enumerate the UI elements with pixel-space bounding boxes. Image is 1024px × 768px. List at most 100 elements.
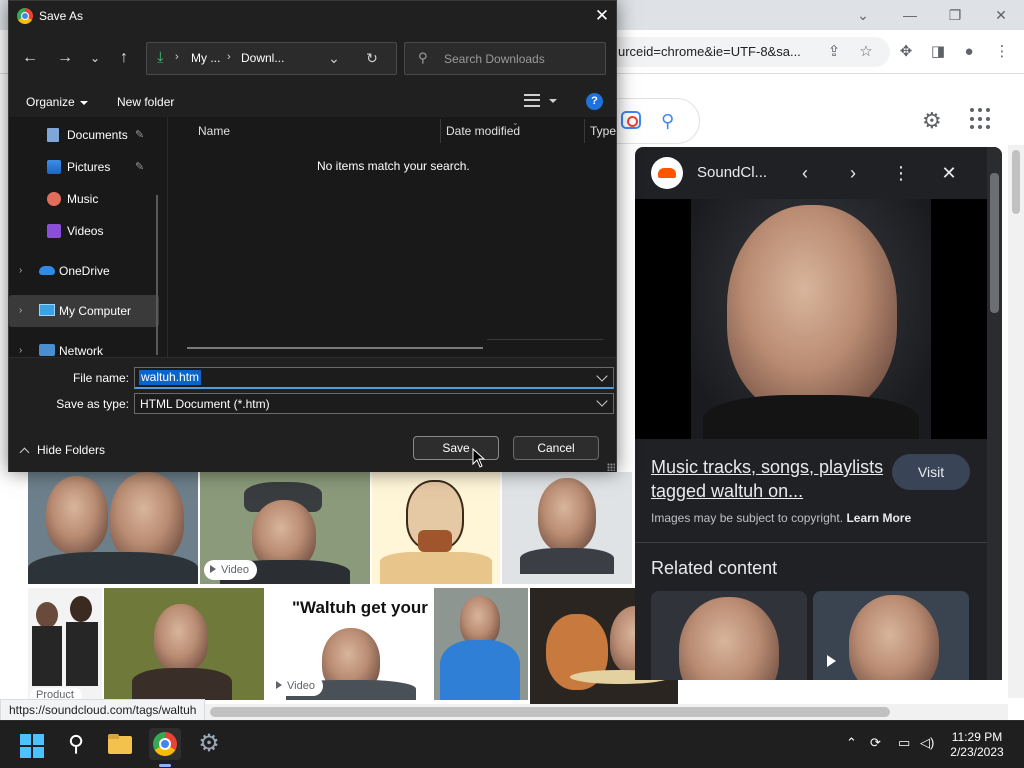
image-result[interactable]: "Waltuh get your D Video [266, 588, 432, 700]
file-list-scrollbar[interactable] [187, 347, 483, 349]
close-panel-icon[interactable]: ✕ [937, 161, 961, 185]
chevron-up-icon [19, 447, 30, 458]
bookmark-star-icon[interactable]: ☆ [855, 41, 877, 63]
side-panel-icon[interactable]: ◨ [927, 41, 949, 63]
visit-button[interactable]: Visit [892, 454, 970, 490]
minimize-icon[interactable]: — [895, 4, 925, 26]
nav-item-my-computer[interactable]: › My Computer [9, 295, 159, 327]
back-arrow-icon[interactable]: ← [18, 46, 42, 70]
image-result[interactable] [28, 472, 198, 584]
nav-label: Pictures [67, 160, 111, 174]
refresh-icon[interactable]: ↻ [361, 47, 383, 69]
restore-icon[interactable]: ❐ [940, 4, 970, 26]
expand-icon[interactable]: › [19, 265, 22, 276]
horizontal-scroll-thumb[interactable] [210, 707, 890, 717]
system-clock[interactable]: 11:29 PM 2/23/2023 [944, 730, 1010, 760]
google-lens-icon[interactable] [621, 111, 641, 129]
search-icon[interactable]: ⚲ [60, 728, 92, 760]
computer-icon [39, 304, 55, 316]
forward-arrow-icon[interactable]: → [53, 46, 77, 70]
file-name-input[interactable] [134, 367, 614, 389]
settings-gear-icon[interactable]: ⚙ [193, 728, 225, 760]
image-result[interactable] [434, 588, 528, 700]
chrome-icon[interactable] [149, 728, 181, 760]
dialog-title: Save As [39, 9, 84, 23]
page-scrollbar[interactable] [1008, 145, 1024, 698]
column-header-name[interactable]: Name [198, 124, 230, 138]
nav-label: Music [67, 192, 99, 206]
image-result[interactable] [372, 472, 500, 584]
up-arrow-icon[interactable]: ↑ [112, 46, 136, 70]
profile-icon[interactable]: ● [958, 41, 980, 63]
chevron-right-icon[interactable]: › [175, 51, 179, 63]
cancel-button[interactable]: Cancel [513, 436, 599, 460]
tab-search-icon[interactable]: ⌄ [848, 4, 878, 26]
nav-scrollbar[interactable] [156, 195, 158, 355]
save-button[interactable]: Save [413, 436, 499, 460]
image-result[interactable] [104, 588, 264, 700]
network-monitor-icon[interactable]: ▭ [898, 735, 910, 751]
column-separator[interactable] [584, 119, 585, 143]
column-header-type[interactable]: Type [590, 124, 616, 138]
nav-item-onedrive[interactable]: › OneDrive [9, 255, 159, 287]
more-options-icon[interactable]: ⋮ [889, 161, 913, 185]
side-panel-scroll-thumb[interactable] [990, 173, 999, 313]
image-result[interactable]: Product [28, 588, 102, 700]
nav-item-network[interactable]: › Network [9, 335, 159, 357]
nav-item-videos[interactable]: Videos [9, 215, 159, 247]
clock-time: 11:29 PM [951, 730, 1003, 744]
close-window-icon[interactable]: ✕ [986, 4, 1016, 26]
chevron-down-icon[interactable] [549, 99, 557, 103]
file-explorer-icon[interactable] [104, 728, 136, 760]
column-header-date-modified[interactable]: Date modified [446, 124, 520, 138]
video-badge: Video [204, 560, 257, 580]
nav-label: OneDrive [59, 264, 110, 278]
chevron-up-icon[interactable]: ⌃ [846, 735, 857, 751]
nav-item-music[interactable]: Music [9, 183, 159, 215]
breadcrumb-my-computer[interactable]: My ... [191, 51, 220, 65]
next-icon[interactable]: › [841, 161, 865, 185]
previous-icon[interactable]: ‹ [793, 161, 817, 185]
volume-icon[interactable]: ◁) [920, 735, 934, 751]
nav-item-documents[interactable]: Documents ✎ [9, 119, 159, 151]
pin-icon[interactable]: ✎ [135, 128, 144, 141]
copyright-notice: Images may be subject to copyright. Lear… [651, 511, 911, 525]
organize-button[interactable]: Organize [26, 95, 88, 109]
search-icon[interactable]: ⚲ [661, 111, 674, 132]
sync-icon[interactable]: ⟳ [870, 735, 881, 751]
extensions-icon[interactable]: ✥ [895, 41, 917, 63]
google-apps-icon[interactable] [970, 108, 992, 130]
image-result[interactable] [502, 472, 632, 584]
breadcrumb-downloads[interactable]: Downl... [241, 51, 284, 65]
new-folder-button[interactable]: New folder [117, 95, 174, 109]
recent-locations-icon[interactable]: ⌄ [83, 46, 107, 70]
view-options-icon[interactable] [524, 94, 540, 107]
result-link[interactable]: Music tracks, songs, playlists tagged wa… [651, 455, 886, 503]
search-placeholder: Search Downloads [444, 52, 545, 66]
hide-folders-button[interactable]: Hide Folders [19, 443, 105, 458]
expand-icon[interactable]: › [19, 345, 22, 356]
learn-more-link[interactable]: Learn More [846, 511, 911, 525]
resize-grip[interactable] [607, 463, 615, 471]
file-name-value[interactable]: waltuh.htm [139, 370, 202, 385]
share-icon[interactable]: ⇪ [823, 41, 845, 63]
settings-gear-icon[interactable]: ⚙ [922, 108, 942, 134]
menu-kebab-icon[interactable]: ⋮ [991, 41, 1013, 63]
close-icon[interactable]: ✕ [587, 4, 617, 28]
column-separator[interactable] [440, 119, 441, 143]
empty-results-message: No items match your search. [317, 159, 470, 173]
pin-icon[interactable]: ✎ [135, 160, 144, 173]
address-dropdown-icon[interactable]: ⌄ [323, 47, 345, 69]
related-image[interactable] [651, 591, 807, 680]
pictures-icon [47, 160, 61, 174]
preview-image[interactable] [635, 199, 987, 439]
image-result[interactable]: Video [200, 472, 370, 584]
related-image[interactable] [813, 591, 969, 680]
start-windows-icon[interactable] [16, 728, 48, 760]
navigation-pane: Documents ✎ Pictures ✎ Music Videos › On… [9, 117, 167, 357]
page-scroll-thumb[interactable] [1012, 150, 1020, 214]
help-icon[interactable]: ? [586, 93, 603, 110]
expand-icon[interactable]: › [19, 305, 22, 316]
chevron-right-icon[interactable]: › [227, 51, 231, 63]
nav-item-pictures[interactable]: Pictures ✎ [9, 151, 159, 183]
